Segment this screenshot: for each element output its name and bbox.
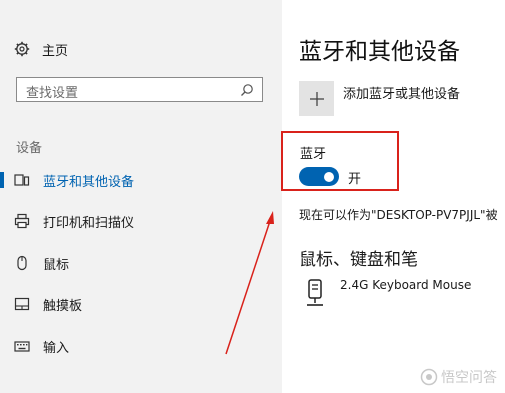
- watermark: 悟空问答: [420, 367, 497, 387]
- home-label: 主页: [42, 43, 69, 59]
- search-input[interactable]: 查找设置: [16, 77, 263, 102]
- home-nav-item[interactable]: 主页: [14, 38, 68, 60]
- sidebar-item-typing[interactable]: 输入: [0, 329, 282, 363]
- sidebar-item-mouse[interactable]: 鼠标: [0, 246, 282, 280]
- device-name[interactable]: 2.4G Keyboard Mouse: [340, 278, 471, 292]
- sidebar-item-bluetooth[interactable]: 蓝牙和其他设备: [0, 163, 282, 197]
- sidebar-item-label: 打印机和扫描仪: [43, 215, 135, 231]
- keyboard-icon: [14, 338, 30, 354]
- touchpad-icon: [14, 296, 30, 312]
- bluetooth-label: 蓝牙: [300, 147, 327, 162]
- sidebar-item-touchpad[interactable]: 触摸板: [0, 287, 282, 321]
- search-icon: [241, 84, 253, 96]
- printer-icon: [14, 213, 30, 229]
- search-placeholder: 查找设置: [26, 86, 79, 101]
- devices-section-title: 设备: [16, 141, 43, 156]
- mouse-keyboard-pen-title: 鼠标、键盘和笔: [299, 250, 418, 270]
- sidebar: 主页 查找设置 设备 蓝牙和其他设备 打印机和扫描仪 鼠标 触摸板 输入: [0, 0, 282, 393]
- mouse-icon: [14, 255, 30, 271]
- bluetooth-state: 开: [348, 172, 362, 187]
- bluetooth-toggle[interactable]: [299, 167, 339, 186]
- bluetooth-devices-icon: [14, 172, 30, 188]
- watermark-logo-icon: [420, 368, 438, 386]
- plus-icon: [309, 91, 324, 106]
- page-title: 蓝牙和其他设备: [299, 39, 460, 65]
- highlight-box: [281, 131, 399, 191]
- add-device-button[interactable]: [299, 81, 334, 116]
- watermark-text: 悟空问答: [441, 370, 497, 386]
- sidebar-item-printers[interactable]: 打印机和扫描仪: [0, 204, 282, 238]
- keyboard-mouse-device-icon: [307, 279, 323, 306]
- sidebar-item-label: 鼠标: [43, 257, 70, 273]
- discoverable-text: 现在可以作为"DESKTOP-PV7PJJL"被: [299, 208, 498, 222]
- toggle-knob: [324, 172, 334, 182]
- add-device-label[interactable]: 添加蓝牙或其他设备: [343, 83, 460, 102]
- active-indicator: [0, 172, 4, 188]
- gear-icon: [14, 41, 30, 57]
- sidebar-item-label: 蓝牙和其他设备: [43, 174, 135, 190]
- sidebar-item-label: 输入: [43, 340, 70, 356]
- sidebar-item-label: 触摸板: [43, 298, 83, 314]
